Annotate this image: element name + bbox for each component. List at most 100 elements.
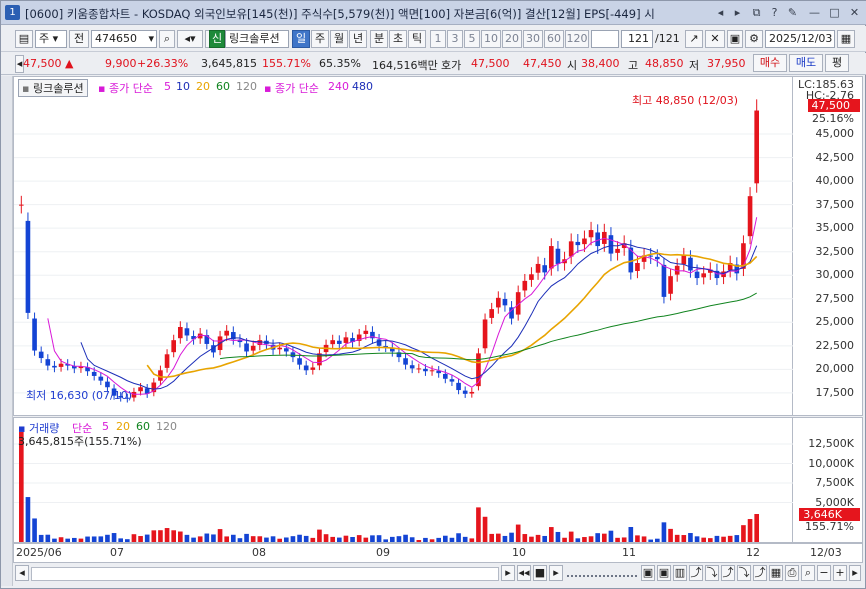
interval-120[interactable]: 120 (565, 30, 589, 48)
legend-vol120[interactable]: 120 (156, 420, 177, 433)
legend-ma240[interactable]: 240 (328, 80, 349, 93)
tab-year[interactable]: 년 (349, 30, 367, 48)
count-input[interactable]: 121 (621, 30, 653, 48)
interval-10[interactable]: 10 (481, 30, 501, 48)
calendar-icon[interactable]: ▦ (837, 30, 855, 48)
volume-bar (469, 538, 475, 542)
restore-icon[interactable]: ⧉ (749, 5, 764, 20)
help-icon[interactable]: ? (767, 5, 782, 20)
tab-week[interactable]: 주 (311, 30, 329, 48)
legend-ma10[interactable]: 10 (176, 80, 190, 93)
tab-second[interactable]: 초 (389, 30, 407, 48)
legend-ma60[interactable]: 60 (216, 80, 230, 93)
legend-vol60[interactable]: 60 (136, 420, 150, 433)
sell-button[interactable]: 매도 (789, 54, 823, 72)
legend-vol5[interactable]: 5 (102, 420, 109, 433)
play-icon[interactable]: ▸ (549, 565, 563, 581)
date-axis: 2025/06 07 08 09 10 11 12 12/03 (13, 543, 863, 563)
candle (747, 196, 753, 237)
chevron-right-icon[interactable]: ▸ (730, 5, 745, 20)
average-button[interactable]: 평 (825, 54, 849, 72)
rewind-icon[interactable]: ◂◂ (517, 565, 531, 581)
date-label-12: 12 (746, 546, 760, 559)
legend-ma5[interactable]: 5 (164, 80, 171, 93)
scroll-right-icon[interactable]: ▸ (501, 565, 515, 581)
zoom-in-icon[interactable]: + (833, 565, 847, 581)
stop-icon[interactable]: ■ (533, 565, 547, 581)
layout-b-icon[interactable]: ▣ (657, 565, 671, 581)
date-label-2025-06: 2025/06 (16, 546, 62, 559)
volume-bar (734, 535, 740, 542)
market-select[interactable]: 주 ▾ (35, 30, 67, 48)
gear-icon[interactable]: ⚙ (745, 30, 763, 48)
pin-icon[interactable]: ✎ (785, 5, 800, 20)
interval-3[interactable]: 3 (447, 30, 463, 48)
interval-5[interactable]: 5 (464, 30, 480, 48)
layout-a-icon[interactable]: ▣ (641, 565, 655, 581)
close-icon[interactable]: ✕ (847, 5, 862, 20)
date-input[interactable]: 2025/12/03 (765, 30, 835, 48)
legend-ma480[interactable]: 480 (352, 80, 373, 93)
window-title: [0600] 키움종합차트 - KOSDAQ 외국인보유[145(천)] 주식수… (25, 7, 655, 21)
trend-e-icon[interactable]: ⤴ (753, 565, 767, 581)
quote-bar: ◂ 47,500 ▲ 9,900 +26.33% 3,645,815 155.7… (1, 53, 866, 75)
high-price: 48,850 (645, 57, 684, 70)
custom-interval-input[interactable] (591, 30, 619, 48)
window-number[interactable]: 1 (5, 5, 20, 20)
price-axis[interactable]: LC:185.63 HC:-2.76 47,500 25.16% 45,000 4… (793, 76, 863, 416)
candle (303, 365, 309, 371)
search-zoom-icon[interactable]: ⌕ (801, 565, 815, 581)
scrollbar-track[interactable] (31, 567, 499, 581)
price-chart[interactable]: ▪ 링크솔루션 ▪ 종가 단순 5 10 20 60 120 ▪ 종가 단순 2… (13, 76, 794, 416)
trend-b-icon[interactable]: ⤵ (705, 565, 719, 581)
layout-icon[interactable]: ▤ (15, 30, 33, 48)
candle (568, 241, 574, 257)
volume-bar (575, 538, 581, 542)
chart-tool-icon[interactable]: ↗ (685, 30, 703, 48)
sound-icon[interactable]: ◂▾ (177, 30, 203, 48)
code-input[interactable]: 474650 ▾ (91, 30, 157, 48)
cross-icon[interactable]: ✕ (705, 30, 725, 48)
trend-d-icon[interactable]: ⤵ (737, 565, 751, 581)
chevron-left-icon[interactable]: ◂ (713, 5, 728, 20)
tab-tick[interactable]: 틱 (408, 30, 426, 48)
save-icon[interactable]: ▣ (727, 30, 743, 48)
speed-slider[interactable] (567, 569, 637, 577)
trend-c-icon[interactable]: ⤴ (721, 565, 735, 581)
search-icon[interactable]: ⌕ (159, 30, 175, 48)
volume-bar (555, 531, 561, 542)
tab-month[interactable]: 월 (330, 30, 348, 48)
legend-vol20[interactable]: 20 (116, 420, 130, 433)
interval-30[interactable]: 30 (523, 30, 543, 48)
stock-name[interactable]: 링크솔루션 (225, 30, 289, 48)
scroll-end-icon[interactable]: ▸ (849, 565, 861, 581)
legend-ma20[interactable]: 20 (196, 80, 210, 93)
legend-stock[interactable]: ▪ 링크솔루션 (18, 79, 88, 97)
legend-ma-label[interactable]: ▪ 종가 단순 (98, 80, 153, 96)
y-tick-label: 40,000 (815, 174, 855, 188)
layout-c-icon[interactable]: ▥ (673, 565, 687, 581)
low-annotation: 최저 16,630 (07/10) (26, 389, 133, 402)
buy-button[interactable]: 매수 (753, 54, 787, 72)
tab-minute[interactable]: 분 (370, 30, 388, 48)
legend-ma120[interactable]: 120 (236, 80, 257, 93)
tab-day[interactable]: 일 (292, 30, 310, 48)
volume-bar (264, 537, 269, 542)
minimize-icon[interactable]: — (807, 5, 822, 20)
candle (343, 337, 349, 343)
legend-ma2-label[interactable]: ▪ 종가 단순 (264, 80, 319, 96)
image-icon[interactable]: ▦ (769, 565, 783, 581)
volume-axis[interactable]: 12,500K 10,000K 7,500K 5,000K 3,646K 155.71… (793, 417, 863, 543)
interval-60[interactable]: 60 (544, 30, 564, 48)
interval-20[interactable]: 20 (502, 30, 522, 48)
zoom-out-icon[interactable]: − (817, 565, 831, 581)
left-toolbox[interactable] (1, 76, 13, 586)
volume-chart[interactable]: ▪ 거래량 단순 5 20 60 120 3,645,815주(155.71%) (13, 417, 794, 543)
volume-bar (151, 530, 157, 542)
interval-1[interactable]: 1 (430, 30, 446, 48)
trend-a-icon[interactable]: ⤴ (689, 565, 703, 581)
maximize-icon[interactable]: □ (827, 5, 842, 20)
print-icon[interactable]: ⎙ (785, 565, 799, 581)
mode-button[interactable]: 전 (69, 30, 89, 48)
scroll-left-icon[interactable]: ◂ (15, 565, 29, 581)
